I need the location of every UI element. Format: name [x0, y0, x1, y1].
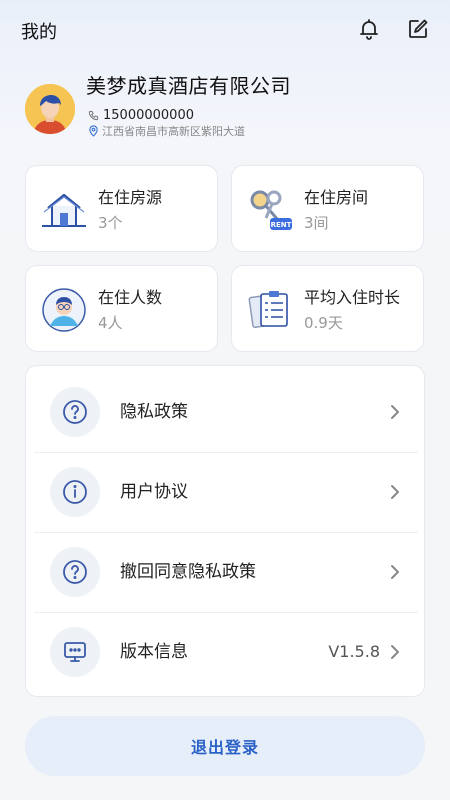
- avatar[interactable]: [25, 84, 75, 134]
- menu-item-user-agreement[interactable]: 用户协议: [26, 452, 426, 532]
- bell-icon[interactable]: [356, 16, 382, 42]
- phone-icon: [88, 106, 99, 125]
- stat-label: 在住人数: [98, 288, 163, 307]
- stat-label: 在住房源: [98, 188, 163, 207]
- stat-label: 平均入住时长: [304, 288, 401, 307]
- stat-value: 3间: [304, 214, 329, 232]
- house-icon: [38, 186, 90, 234]
- address-row: 江西省南昌市高新区紫阳大道: [88, 123, 268, 139]
- location-pin-icon: [88, 123, 99, 139]
- chevron-right-icon: [388, 563, 402, 581]
- question-icon: [50, 547, 100, 597]
- chevron-right-icon: [388, 483, 402, 501]
- clipboard-icon: [244, 286, 296, 334]
- monitor-icon: [50, 627, 100, 677]
- stat-value: 0.9天: [304, 314, 343, 332]
- chevron-right-icon: [388, 643, 402, 661]
- person-icon: [38, 286, 90, 334]
- settings-menu: 隐私政策 用户协议 撤回同意隐私政策 版本信息 V1.5.8: [25, 365, 425, 697]
- stat-card-occupants[interactable]: 在住人数 4人: [25, 265, 218, 352]
- header-bar: 我的: [0, 0, 450, 60]
- menu-label: 撤回同意隐私政策: [120, 562, 256, 582]
- phone-number: 15000000000: [103, 107, 194, 123]
- menu-item-privacy-policy[interactable]: 隐私政策: [26, 372, 426, 452]
- phone-row: 15000000000: [88, 107, 194, 123]
- menu-item-version-info[interactable]: 版本信息 V1.5.8: [26, 612, 426, 692]
- stat-card-avg-stay[interactable]: 平均入住时长 0.9天: [231, 265, 424, 352]
- menu-label: 用户协议: [120, 482, 188, 502]
- chevron-right-icon: [388, 403, 402, 421]
- info-icon: [50, 467, 100, 517]
- company-name: 美梦成真酒店有限公司: [86, 74, 291, 98]
- menu-item-revoke-privacy[interactable]: 撤回同意隐私政策: [26, 532, 426, 612]
- question-icon: [50, 387, 100, 437]
- stat-card-rooms[interactable]: RENT 在住房间 3间: [231, 165, 424, 252]
- rent-tag: RENT: [271, 221, 292, 229]
- menu-label: 版本信息: [120, 642, 188, 662]
- page-title: 我的: [21, 22, 57, 43]
- menu-label: 隐私政策: [120, 402, 188, 422]
- logout-button[interactable]: 退出登录: [25, 716, 425, 776]
- stat-value: 4人: [98, 314, 123, 332]
- stat-value: 3个: [98, 214, 123, 232]
- keys-icon: RENT: [244, 186, 296, 234]
- version-value: V1.5.8: [328, 642, 380, 661]
- stat-label: 在住房间: [304, 188, 369, 207]
- edit-icon[interactable]: [405, 16, 431, 42]
- address-text: 江西省南昌市高新区紫阳大道: [102, 125, 245, 138]
- stat-card-properties[interactable]: 在住房源 3个: [25, 165, 218, 252]
